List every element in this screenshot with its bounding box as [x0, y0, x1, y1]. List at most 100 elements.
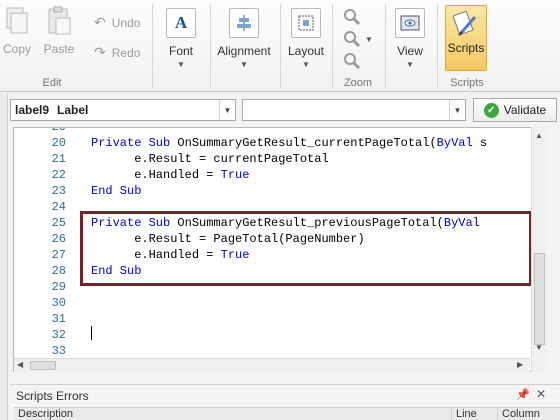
- code-keyword: Private Sub: [91, 136, 178, 150]
- line-number: 23: [51, 184, 66, 198]
- view-label: View: [397, 44, 423, 58]
- alignment-label: Alignment: [217, 44, 271, 58]
- scroll-down-icon[interactable]: ▼: [535, 343, 543, 352]
- close-icon[interactable]: ✕: [536, 387, 546, 401]
- code-text: s: [472, 136, 488, 150]
- scrollbar-thumb[interactable]: [534, 253, 545, 345]
- zoom-group-label: Zoom: [343, 77, 373, 89]
- column-header-column[interactable]: Column: [498, 408, 558, 420]
- code-line: End Sub: [91, 184, 141, 198]
- line-number: 30: [51, 296, 66, 310]
- code-text: OnSummaryGetResult_currentPageTotal(: [177, 136, 437, 150]
- code-text: e.Result = currentPageTotal: [91, 152, 329, 166]
- paste-label: Paste: [43, 42, 75, 56]
- component-name: label9: [15, 103, 50, 117]
- zoom-out-icon: [344, 31, 361, 48]
- undo-label: Undo: [111, 15, 141, 30]
- scripts-errors-panel: Scripts Errors 📌 ✕ Description Line Colu…: [10, 384, 560, 420]
- layout-icon: [291, 8, 321, 38]
- undo-button[interactable]: ↶ Undo: [94, 14, 140, 31]
- component-select[interactable]: label9 Label ▼: [10, 99, 236, 121]
- separator: [332, 4, 333, 88]
- column-header-line[interactable]: Line: [452, 408, 498, 420]
- copy-button[interactable]: Copy: [2, 6, 32, 56]
- vertical-scrollbar[interactable]: ▲ ▼: [531, 127, 547, 372]
- scripts-group-label: Scripts: [450, 77, 484, 89]
- redo-icon: ↷: [94, 44, 106, 60]
- zoom-fit-button[interactable]: [343, 52, 361, 73]
- line-number: 28: [51, 264, 66, 278]
- code-line: e.Handled = True: [91, 168, 249, 182]
- redo-button[interactable]: ↷ Redo: [94, 44, 140, 61]
- chevron-down-icon[interactable]: ▼: [449, 100, 465, 120]
- undo-icon: ↶: [94, 14, 106, 30]
- scroll-left-icon[interactable]: ◀: [17, 360, 23, 369]
- font-button[interactable]: A Font ▼: [162, 8, 200, 69]
- separator: [280, 4, 281, 88]
- line-number: 26: [51, 232, 66, 246]
- code-line: e.Result = currentPageTotal: [91, 152, 329, 166]
- line-number: 29: [51, 280, 66, 294]
- layout-button[interactable]: Layout ▼: [288, 8, 324, 69]
- code-keyword: True: [220, 168, 250, 182]
- code-keyword: End Sub: [91, 184, 142, 198]
- redo-label: Redo: [111, 45, 141, 60]
- chevron-down-icon: ▼: [240, 60, 248, 69]
- chevron-down-icon: ▼: [406, 60, 414, 69]
- line-number: 22: [51, 168, 66, 182]
- validate-button[interactable]: ✓ Validate: [473, 98, 557, 122]
- chevron-down-icon: ▼: [365, 35, 373, 44]
- separator: [152, 4, 153, 88]
- view-icon: [395, 8, 425, 38]
- highlight-box: [80, 211, 532, 286]
- chevron-down-icon: ▼: [302, 60, 310, 69]
- copy-label: Copy: [2, 42, 31, 56]
- paste-icon: [48, 6, 71, 35]
- scrollbar-thumb[interactable]: [30, 361, 56, 370]
- zoom-fit-icon: [344, 53, 361, 70]
- separator: [385, 4, 386, 88]
- event-select[interactable]: ▼: [242, 99, 466, 121]
- line-number: 24: [51, 200, 66, 214]
- separator: [437, 4, 438, 88]
- line-number: 25: [51, 216, 66, 230]
- panel-title: Scripts Errors: [16, 389, 89, 403]
- paste-button[interactable]: Paste: [42, 6, 76, 56]
- line-number: 27: [51, 248, 66, 262]
- zoom-out-button[interactable]: ▼: [343, 30, 373, 51]
- scripts-icon: [453, 10, 477, 36]
- layout-label: Layout: [287, 44, 325, 58]
- line-number: 31: [51, 312, 66, 326]
- line-number-gutter: 20 21 22 23 24 25 26 27 28 29 30 31 32 33: [14, 128, 74, 371]
- scroll-right-icon[interactable]: ▶: [517, 360, 523, 369]
- line-number: 33: [51, 344, 66, 358]
- scroll-up-icon[interactable]: ▲: [535, 131, 543, 140]
- code-text: e.Handled =: [91, 168, 221, 182]
- alignment-icon: [229, 8, 259, 38]
- view-button[interactable]: View ▼: [393, 8, 427, 69]
- validate-label: Validate: [503, 103, 547, 117]
- copy-icon: [6, 7, 28, 34]
- code-editor[interactable]: 20 20 21 22 23 24 25 26 27 28 29 30 31 32 33 Private …: [13, 127, 547, 372]
- chevron-down-icon[interactable]: ▼: [219, 100, 235, 120]
- line-number: 20: [51, 136, 66, 150]
- font-icon: A: [166, 8, 196, 38]
- check-icon: ✓: [483, 102, 499, 118]
- edit-group-label: Edit: [42, 77, 62, 89]
- component-type: Label: [57, 103, 89, 117]
- zoom-in-button[interactable]: [343, 8, 361, 29]
- column-header-description[interactable]: Description: [14, 408, 452, 420]
- text-cursor: [91, 326, 92, 340]
- code-line: Private Sub OnSummaryGetResult_currentPa…: [91, 136, 487, 150]
- alignment-button[interactable]: Alignment ▼: [217, 8, 271, 69]
- zoom-in-icon: [344, 9, 361, 26]
- errors-grid-header: Description Line Column: [14, 407, 560, 420]
- horizontal-scrollbar[interactable]: ◀ ▶: [14, 358, 530, 372]
- line-number: 32: [51, 328, 66, 342]
- pin-icon[interactable]: 📌: [516, 388, 530, 401]
- left-panel-edge[interactable]: [0, 93, 8, 420]
- line-number: 21: [51, 152, 66, 166]
- scripts-button[interactable]: Scripts: [445, 5, 487, 71]
- script-selector-bar: label9 Label ▼ ▼ ✓ Validate: [10, 98, 560, 124]
- font-label: Font: [168, 44, 193, 58]
